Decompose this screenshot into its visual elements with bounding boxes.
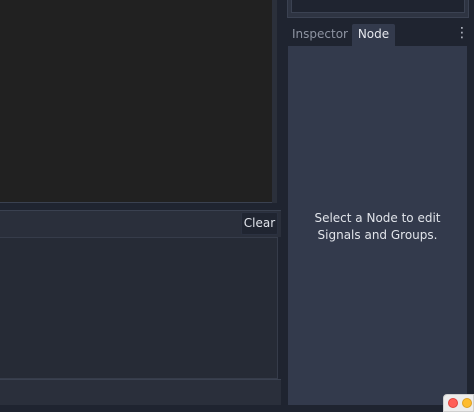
minimize-window-icon[interactable] [462, 398, 472, 408]
node-empty-message: Select a Node to edit Signals and Groups… [314, 211, 441, 242]
dock-right-edge [467, 46, 474, 412]
bottom-strip [0, 405, 474, 412]
output-log-area[interactable] [0, 237, 278, 379]
viewport-scrollbar[interactable] [272, 0, 277, 203]
kebab-menu-icon[interactable]: ⋮ [455, 24, 469, 44]
vertical-split-handle[interactable] [281, 0, 287, 412]
tab-inspector[interactable]: Inspector [289, 24, 351, 46]
output-panel-header [0, 210, 281, 237]
horizontal-split-handle[interactable] [0, 203, 285, 210]
bottom-panel-bar [0, 379, 285, 405]
tab-node[interactable]: Node [352, 24, 395, 46]
editor-viewport[interactable] [0, 0, 277, 203]
close-window-icon[interactable] [448, 398, 458, 408]
scene-tree-area[interactable] [291, 0, 465, 13]
clear-button[interactable]: Clear [241, 212, 278, 235]
